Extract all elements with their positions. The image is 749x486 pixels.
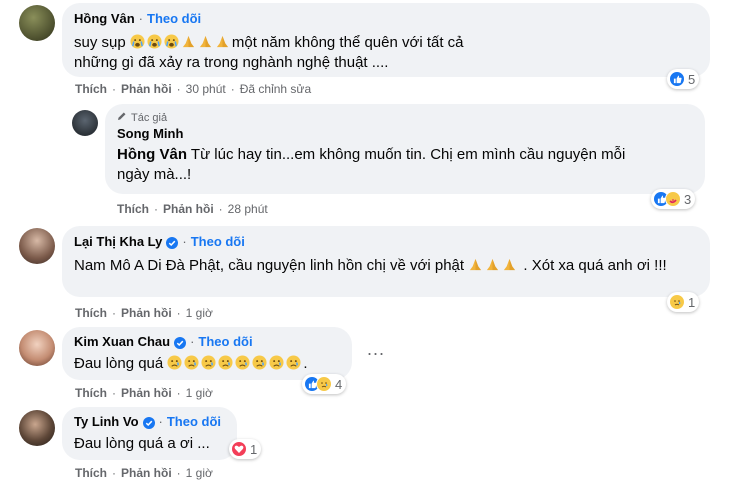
comment-author[interactable]: Hồng Vân [74,11,135,27]
avatar[interactable] [19,330,55,366]
praying-hands-icon [215,34,232,51]
avatar[interactable] [19,5,55,41]
comment-actions: Thích · Phản hồi · 1 giờ [75,386,213,400]
sad-emoji-icon [201,355,218,372]
comment-author[interactable]: Kim Xuan Chau [74,334,170,350]
comment-bubble: Hồng Vân · Theo dõi suy sụp một năm khôn… [62,3,710,77]
separator-dot: · [158,414,163,429]
separator-dot: · [182,234,187,249]
praying-hands-icon [181,34,198,51]
sad-emoji-icon [235,355,252,372]
crying-emoji-icon [130,34,147,51]
reaction-count: 5 [688,71,696,87]
praying-hands-icon [485,257,502,274]
crying-emoji-icon [147,34,164,51]
more-options-button[interactable]: ... [367,339,385,360]
mention-link[interactable]: Hồng Vân [117,146,187,163]
edited-label: Đã chỉnh sửa [239,82,312,96]
comment-text: Nam Mô A Di Đà Phật, cầu nguyện linh hồn… [74,257,667,274]
reply-button[interactable]: Phản hồi [163,202,214,216]
verified-badge-icon [170,334,187,350]
comment-time[interactable]: 30 phút [186,82,226,96]
reaction-summary[interactable]: 5 [667,69,700,89]
sad-emoji-icon [184,355,201,372]
reaction-count: 1 [250,441,258,457]
like-button[interactable]: Thích [75,466,107,480]
verified-badge-icon [162,234,179,250]
reaction-count: 4 [335,376,343,392]
comment-text: Đau lòng quá . [74,355,308,372]
comment-text: Đau lòng quá a ơi ... [74,435,210,452]
follow-link[interactable]: Theo dõi [191,234,245,250]
praying-hands-icon [468,257,485,274]
comment-actions: Thích · Phản hồi · 28 phút [117,202,268,216]
like-button[interactable]: Thích [117,202,149,216]
separator-dot: · [138,11,144,26]
sad-reaction-icon [669,294,685,310]
praying-hands-icon [198,34,215,51]
comment-author[interactable]: Ty Linh Vo [74,414,139,430]
sad-emoji-icon [167,355,184,372]
follow-link[interactable]: Theo dõi [147,11,201,27]
avatar[interactable] [19,228,55,264]
verified-badge-icon [139,414,155,430]
sad-reaction-icon [316,376,332,392]
love-reaction-icon [231,441,247,457]
reaction-summary[interactable]: 1 [667,292,700,312]
follow-link[interactable]: Theo dõi [167,414,221,430]
reply-button[interactable]: Phản hồi [121,82,172,96]
praying-hands-icon [502,257,519,274]
comment-actions: Thích · Phản hồi · 1 giờ [75,306,213,320]
comment-author[interactable]: Song Minh [117,126,183,142]
author-badge: Tác giả [117,111,693,124]
pencil-icon [117,111,131,124]
comment-bubble: Ty Linh Vo · Theo dõi Đau lòng quá a ơi … [62,407,237,460]
reply-button[interactable]: Phản hồi [121,306,172,320]
like-button[interactable]: Thích [75,306,107,320]
sad-emoji-icon [252,355,269,372]
comment-bubble: Tác giả Song Minh Hồng Vân Từ lúc hay ti… [105,104,705,194]
comment-time[interactable]: 1 giờ [186,466,213,480]
comment-actions: Thích · Phản hồi · 30 phút · Đã chỉnh sử… [75,82,312,96]
reply-button[interactable]: Phản hồi [121,466,172,480]
care-reaction-icon [665,191,681,207]
crying-emoji-icon [164,34,181,51]
comment-bubble: Kim Xuan Chau · Theo dõi Đau lòng quá . [62,327,352,380]
comment-time[interactable]: 28 phút [228,202,268,216]
like-reaction-icon [669,71,685,87]
reaction-count: 1 [688,294,696,310]
reaction-count: 3 [684,191,692,207]
like-button[interactable]: Thích [75,82,107,96]
separator-dot: · [190,334,195,349]
comment-time[interactable]: 1 giờ [186,386,213,400]
sad-emoji-icon [269,355,286,372]
reaction-summary[interactable]: 4 [302,374,347,394]
reply-button[interactable]: Phản hồi [121,386,172,400]
reaction-summary[interactable]: 1 [229,439,262,459]
reaction-summary[interactable]: 3 [651,189,696,209]
follow-link[interactable]: Theo dõi [198,334,252,350]
comment-text: Hồng Vân Từ lúc hay tin...em không muốn … [117,146,626,183]
avatar[interactable] [19,410,55,446]
avatar[interactable] [72,110,98,136]
comment-actions: Thích · Phản hồi · 1 giờ [75,466,213,480]
comment-author[interactable]: Lại Thị Kha Ly [74,234,162,250]
sad-emoji-icon [218,355,235,372]
like-button[interactable]: Thích [75,386,107,400]
comment-time[interactable]: 1 giờ [186,306,213,320]
comment-bubble: Lại Thị Kha Ly · Theo dõi Nam Mô A Di Đà… [62,226,710,297]
sad-emoji-icon [286,355,303,372]
comment-text: suy sụp một năm không thể quên với tất c… [74,34,464,71]
